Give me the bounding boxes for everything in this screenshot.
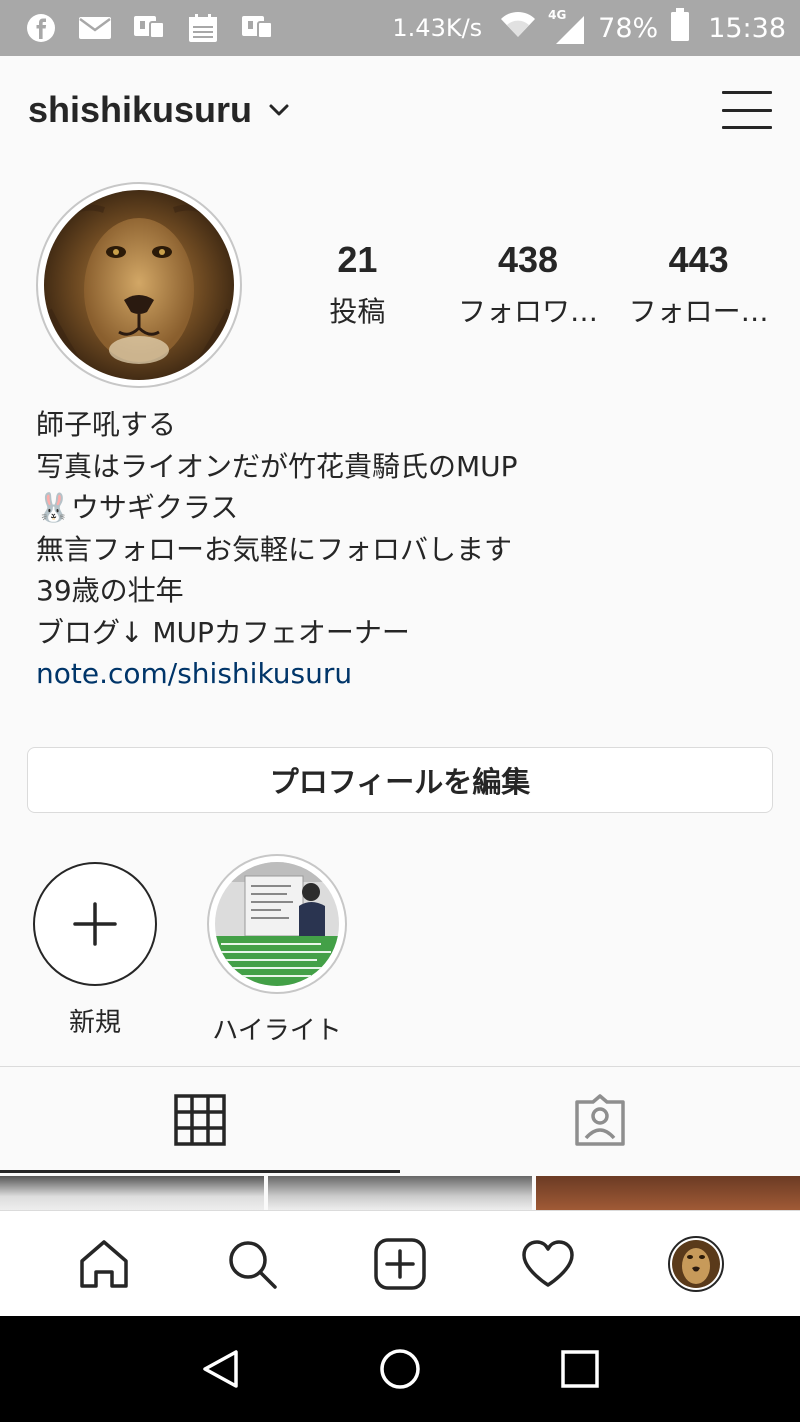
bio-link[interactable]: note.com/shishikusuru — [36, 653, 776, 695]
battery-icon — [670, 7, 690, 49]
bio-line: 39歳の壮年 — [36, 574, 184, 607]
posts-count: 21 — [337, 239, 378, 280]
profile-tabs — [0, 1066, 800, 1173]
back-icon[interactable] — [190, 1339, 250, 1399]
highlight-item[interactable]: ハイライト — [207, 854, 347, 1047]
tab-grid[interactable] — [0, 1067, 400, 1173]
highlight-circle[interactable] — [207, 854, 347, 994]
grid-icon — [174, 1094, 226, 1146]
posts-label: 投稿 — [329, 294, 386, 328]
battery-level: 78% — [598, 12, 659, 44]
username[interactable]: shishikusuru — [28, 89, 252, 131]
post-grid — [0, 1176, 800, 1210]
profile-header: shishikusuru — [0, 56, 800, 164]
chevron-down-icon[interactable] — [268, 98, 292, 122]
wifi-icon — [500, 11, 536, 46]
display-name: 師子吼する — [36, 408, 177, 441]
followers-count: 438 — [497, 239, 559, 280]
post-thumbnail[interactable] — [268, 1176, 532, 1210]
following-stat[interactable]: 443 フォロー… — [613, 240, 784, 330]
post-thumbnail[interactable] — [536, 1176, 800, 1210]
mail-icon — [78, 14, 112, 42]
profile-stats: 21 投稿 438 フォロワ… 443 フォロー… — [272, 240, 784, 330]
bio-line: 無言フォローお気軽にフォロバします — [36, 532, 513, 566]
facebook-icon — [24, 14, 58, 42]
profile-avatar-icon — [668, 1235, 724, 1292]
post-thumbnail[interactable] — [0, 1176, 264, 1210]
status-bar: 1.43K/s 4G 78% 15:38 — [0, 0, 800, 56]
tagged-person-icon — [575, 1094, 625, 1146]
calendar-icon — [186, 14, 220, 42]
profile-bio: 師子吼する 写真はライオンだが竹花貴騎氏のMUP 🐰ウサギクラス 無言フォローお… — [36, 404, 776, 695]
new-post-icon[interactable] — [370, 1234, 430, 1294]
notification-icon — [240, 14, 274, 42]
cell-signal-icon: 4G — [548, 8, 586, 44]
edit-profile-button[interactable]: プロフィールを編集 — [27, 747, 773, 813]
bottom-navigation — [0, 1210, 800, 1316]
notification-icon — [132, 14, 166, 42]
system-navigation-bar — [0, 1316, 800, 1422]
following-count: 443 — [668, 239, 729, 280]
network-speed: 1.43K/s — [392, 14, 483, 42]
new-highlight[interactable]: 新規 — [25, 862, 165, 1039]
followers-stat[interactable]: 438 フォロワ… — [443, 240, 614, 330]
heart-icon[interactable] — [518, 1234, 578, 1294]
profile-tab[interactable] — [666, 1234, 726, 1294]
clock: 15:38 — [708, 12, 786, 44]
highlight-label: ハイライト — [212, 1016, 342, 1046]
lion-avatar-image — [44, 190, 234, 380]
plus-icon — [73, 902, 117, 946]
posts-stat[interactable]: 21 投稿 — [272, 240, 443, 330]
bio-line: ブログ↓ MUPカフェオーナー — [36, 615, 410, 649]
new-highlight-label: 新規 — [68, 1008, 121, 1038]
menu-icon[interactable] — [722, 88, 772, 132]
home-circle-icon[interactable] — [370, 1339, 430, 1399]
bio-line: 写真はライオンだが竹花貴騎氏のMUP — [36, 449, 518, 483]
recents-icon[interactable] — [550, 1339, 610, 1399]
search-icon[interactable] — [222, 1234, 282, 1294]
followers-label: フォロワ… — [458, 294, 599, 328]
profile-avatar[interactable] — [36, 182, 242, 388]
home-icon[interactable] — [74, 1234, 134, 1294]
new-highlight-circle[interactable] — [33, 862, 157, 986]
tab-tagged[interactable] — [400, 1067, 800, 1173]
bio-line: 🐰ウサギクラス — [36, 491, 239, 524]
highlight-thumbnail — [215, 862, 339, 986]
following-label: フォロー… — [628, 294, 769, 328]
